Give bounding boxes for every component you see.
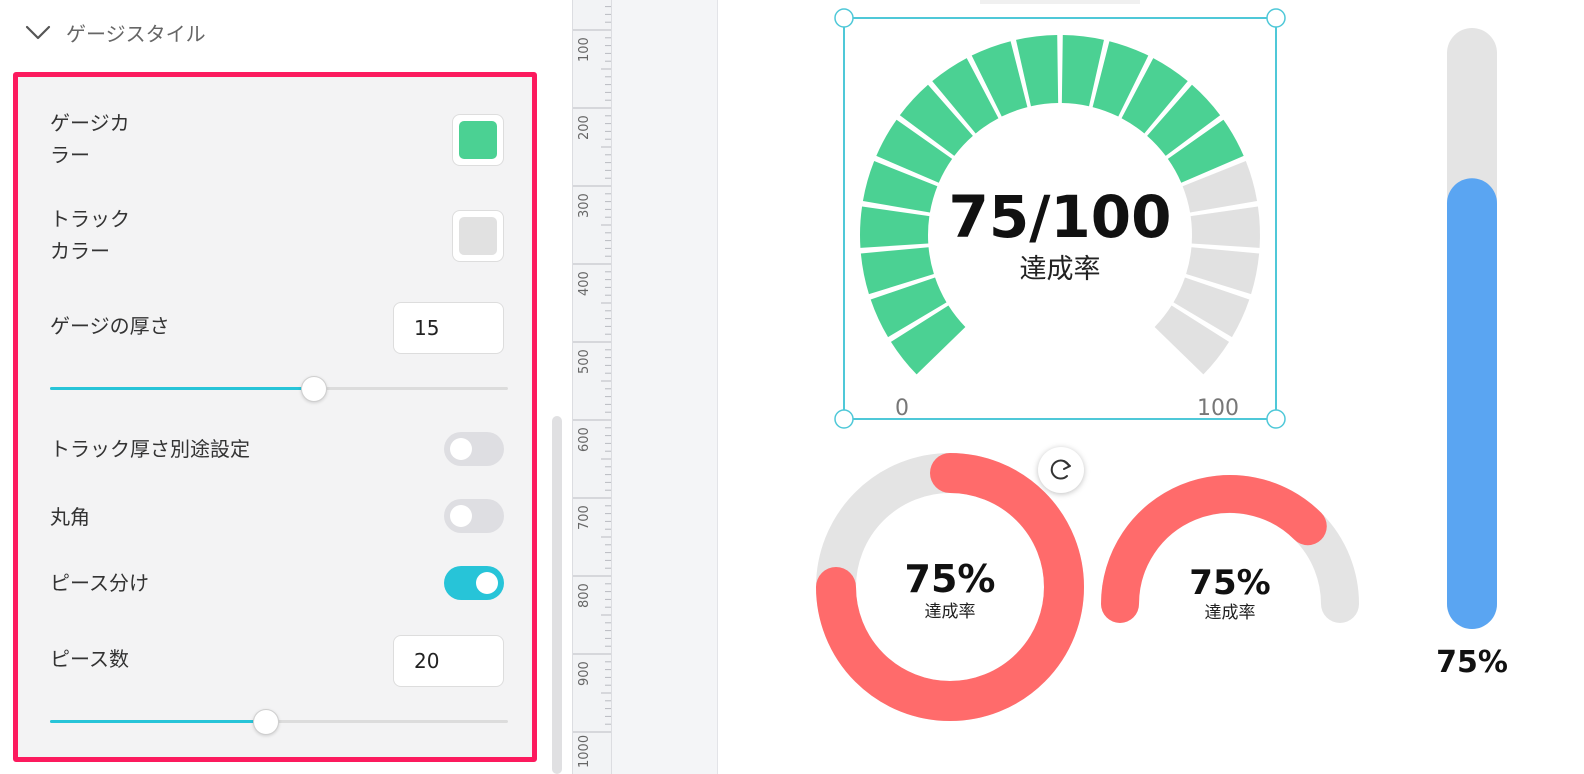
- gauge-color-swatch[interactable]: [452, 114, 504, 166]
- donut-gauge-value: 75%: [905, 557, 996, 601]
- rounded-corners-toggle[interactable]: [444, 499, 504, 533]
- ruler-label: 700: [577, 505, 592, 530]
- ruler-label: 200: [577, 115, 592, 140]
- gauge-color-label: ゲージカ ラー: [50, 107, 130, 171]
- separate-track-thickness-toggle[interactable]: [444, 432, 504, 466]
- segmented-gauge-max-label: 100: [1197, 396, 1239, 421]
- slider-fill: [50, 387, 315, 390]
- resize-handle-bottom-right[interactable]: [1266, 409, 1286, 429]
- toggle-knob: [450, 505, 472, 527]
- ruler-label: 600: [577, 427, 592, 452]
- toggle-knob: [450, 438, 472, 460]
- panel-scrollbar[interactable]: [552, 416, 562, 774]
- bar-gauge-value: 75%: [1436, 645, 1508, 680]
- vertical-bar-gauge[interactable]: [1447, 28, 1497, 629]
- ruler-label: 900: [577, 661, 592, 686]
- canvas-gutter: [612, 0, 718, 774]
- piece-count-slider[interactable]: [50, 707, 508, 737]
- canvas-drawing: 75/100 達成率 0 100 75% 達成率 75% 達成率 75%: [816, 0, 1508, 721]
- track-color-swatch-fill: [459, 217, 497, 255]
- ruler-label: 400: [577, 271, 592, 296]
- pieces-label: ピース分け: [50, 571, 149, 595]
- rounded-corners-label: 丸角: [50, 505, 90, 529]
- track-color-label-line1: トラック: [50, 207, 130, 231]
- piece-count-input[interactable]: [393, 635, 504, 687]
- slider-thumb[interactable]: [253, 709, 280, 735]
- bar-fill: [1447, 178, 1497, 629]
- ruler-label: 800: [577, 583, 592, 608]
- toggle-knob: [476, 572, 498, 594]
- pieces-toggle[interactable]: [444, 566, 504, 600]
- rotate-handle-circle[interactable]: [1038, 447, 1084, 493]
- rotate-handle[interactable]: [1038, 447, 1084, 493]
- chevron-down-icon: [25, 25, 51, 40]
- donut-gauge-caption: 達成率: [925, 602, 976, 622]
- gauge-color-label-line2: ラー: [50, 143, 90, 167]
- resize-handle-top-left[interactable]: [834, 8, 854, 28]
- property-panel: ゲージスタイル ゲージカ ラー トラック カラー ゲージの厚さ トラック厚さ別途…: [0, 0, 572, 774]
- slider-thumb[interactable]: [301, 376, 328, 402]
- track-color-label: トラック カラー: [50, 203, 130, 267]
- thickness-input[interactable]: [393, 302, 504, 354]
- resize-handle-top-right[interactable]: [1266, 8, 1286, 28]
- resize-handle-bottom-left[interactable]: [834, 409, 854, 429]
- ruler-label: 500: [577, 349, 592, 374]
- ruler-label: 100: [577, 37, 592, 62]
- gauge-piece-empty: [1190, 206, 1260, 248]
- gauge-style-properties: ゲージカ ラー トラック カラー ゲージの厚さ トラック厚さ別途設定 丸角 ピー…: [13, 72, 537, 762]
- ruler-label: 300: [577, 193, 592, 218]
- gauge-style-section-header[interactable]: ゲージスタイル: [22, 14, 206, 50]
- slider-fill: [50, 720, 267, 723]
- gauge-piece-filled: [860, 206, 930, 248]
- design-canvas[interactable]: 75/100 達成率 0 100 75% 達成率 75% 達成率 75%: [718, 0, 1584, 774]
- section-title: ゲージスタイル: [66, 21, 206, 46]
- semi-gauge-value: 75%: [1189, 563, 1270, 603]
- gauge-color-swatch-fill: [459, 121, 497, 159]
- vertical-ruler: 100 200 300 400 500 600 700 800 900 1000: [572, 0, 612, 774]
- segmented-gauge-min-label: 0: [895, 396, 909, 421]
- track-color-swatch[interactable]: [452, 210, 504, 262]
- separate-track-thickness-label: トラック厚さ別途設定: [50, 437, 250, 461]
- thickness-slider[interactable]: [50, 374, 508, 404]
- thickness-label: ゲージの厚さ: [50, 314, 170, 338]
- piece-count-label: ピース数: [50, 647, 129, 671]
- offscreen-object-edge: [980, 0, 1140, 4]
- ruler-label: 1000: [577, 734, 592, 768]
- gauge-color-label-line1: ゲージカ: [50, 111, 130, 135]
- track-color-label-line2: カラー: [50, 239, 110, 263]
- semi-gauge-caption: 達成率: [1205, 603, 1256, 623]
- segmented-gauge-value: 75/100: [949, 183, 1172, 251]
- segmented-gauge-caption: 達成率: [1020, 254, 1101, 285]
